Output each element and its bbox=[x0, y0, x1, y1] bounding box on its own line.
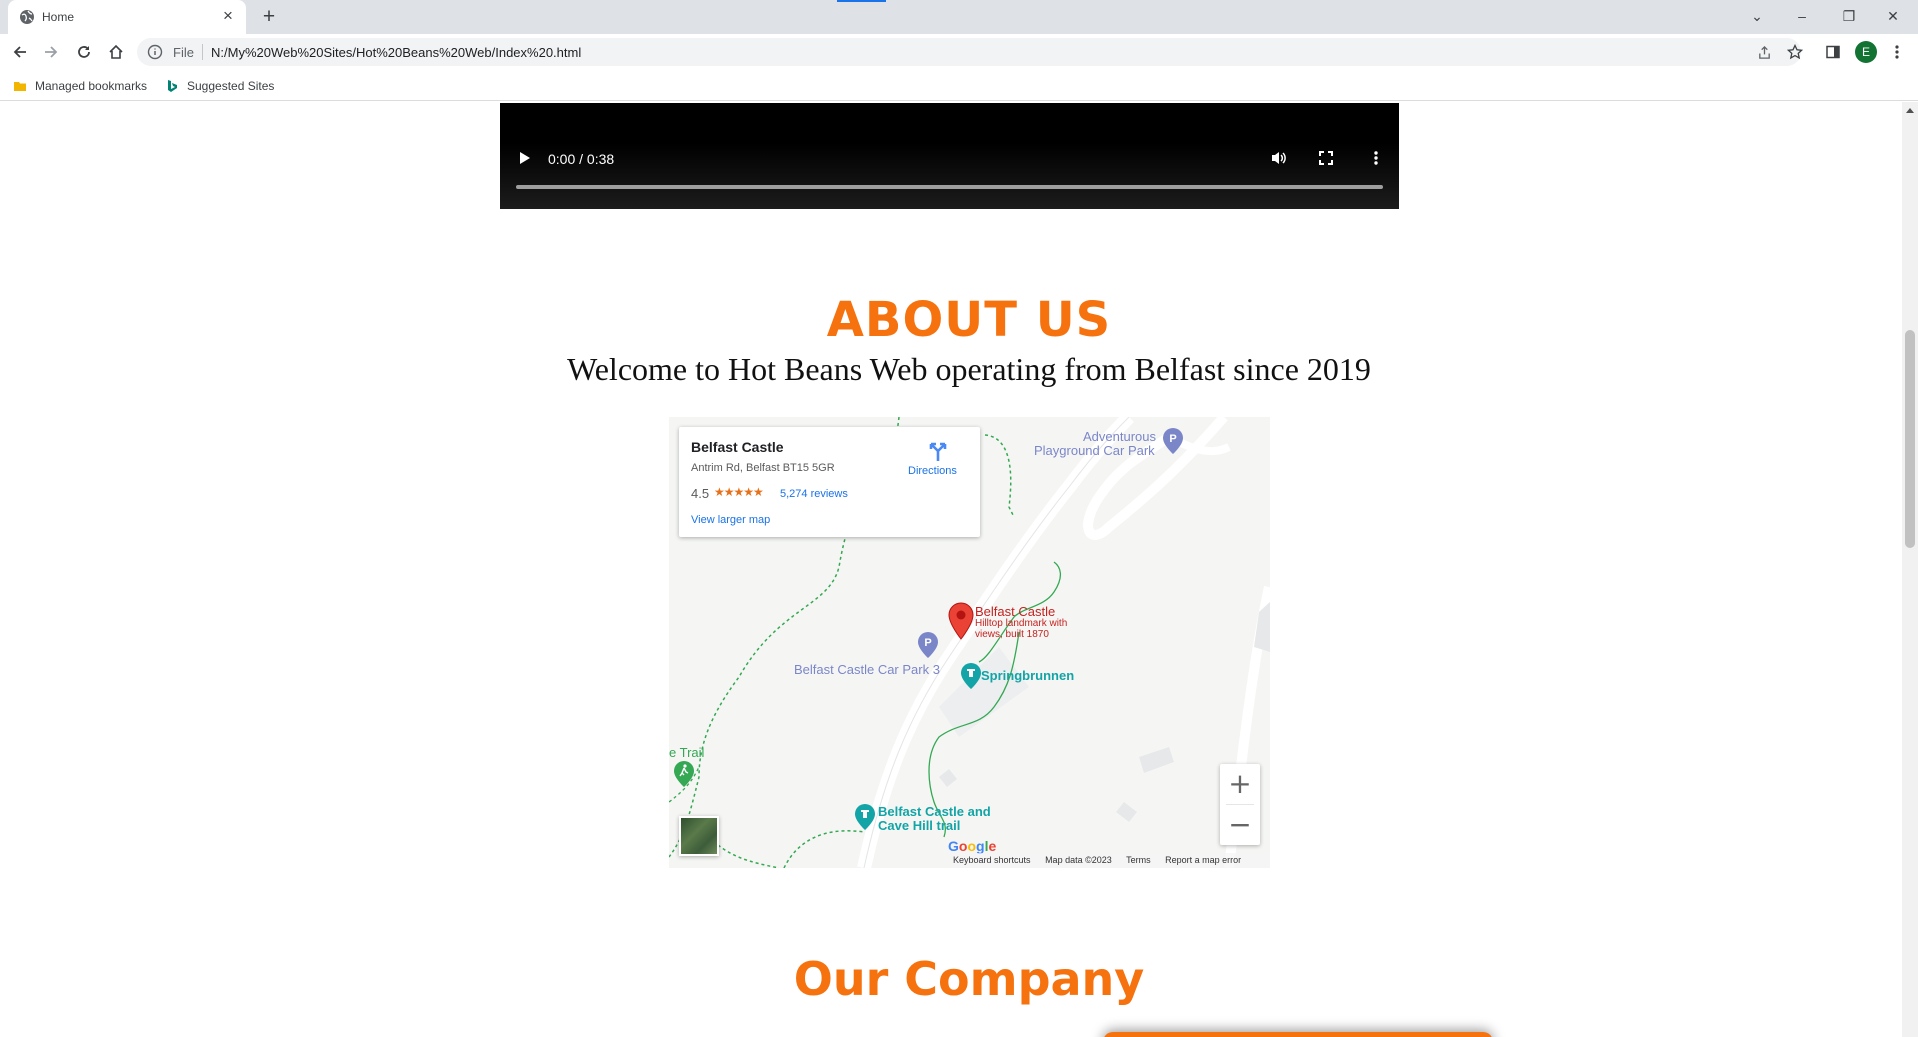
terms-link[interactable]: Terms bbox=[1126, 855, 1151, 865]
reviews-link[interactable]: 5,274 reviews bbox=[780, 488, 848, 500]
close-tab-icon[interactable]: × bbox=[218, 6, 238, 26]
minimize-button[interactable]: – bbox=[1783, 4, 1821, 28]
bookmark-suggested-sites[interactable]: Suggested Sites bbox=[165, 77, 274, 95]
svg-text:P: P bbox=[924, 637, 931, 649]
map-zoom-control: + − bbox=[1220, 764, 1260, 845]
place-name: Belfast Castle bbox=[691, 439, 784, 455]
close-window-button[interactable]: ✕ bbox=[1874, 4, 1912, 28]
reload-button[interactable] bbox=[71, 39, 97, 65]
play-icon[interactable] bbox=[520, 152, 530, 164]
directions-icon[interactable] bbox=[927, 439, 949, 461]
url-scheme-label: File bbox=[173, 45, 194, 60]
keyboard-shortcuts-link[interactable]: Keyboard shortcuts bbox=[953, 855, 1031, 865]
bookmark-label: Managed bookmarks bbox=[35, 79, 148, 93]
tab-title: Home bbox=[42, 10, 75, 24]
place-info-card: Belfast Castle Antrim Rd, Belfast BT15 5… bbox=[679, 427, 980, 537]
about-subheading: Welcome to Hot Beans Web operating from … bbox=[567, 351, 1371, 387]
map-data-label: Map data ©2023 bbox=[1045, 855, 1112, 865]
parking-pin-icon[interactable]: P bbox=[1162, 427, 1184, 455]
hiking-pin-icon[interactable] bbox=[673, 760, 695, 788]
poi-label-adventurous: Adventurous bbox=[1083, 429, 1156, 444]
zoom-out-button[interactable]: − bbox=[1220, 805, 1260, 845]
map-attribution-bar: Keyboard shortcuts Map data ©2023 Terms … bbox=[953, 853, 1270, 868]
forward-button[interactable] bbox=[38, 39, 64, 65]
directions-label[interactable]: Directions bbox=[908, 465, 957, 477]
poi-label-car-park: Belfast Castle Car Park 3 bbox=[794, 662, 940, 677]
menu-kebab-icon[interactable] bbox=[1887, 42, 1907, 62]
video-controls bbox=[500, 143, 1399, 209]
zoom-in-button[interactable]: + bbox=[1220, 764, 1260, 804]
home-icon bbox=[109, 44, 123, 59]
svg-text:P: P bbox=[1169, 433, 1176, 445]
google-logo: Google bbox=[948, 838, 997, 854]
poi-label-springbrunnen: Springbrunnen bbox=[981, 668, 1075, 683]
parking-pin-icon[interactable]: P bbox=[917, 631, 939, 659]
arrow-left-icon bbox=[13, 46, 26, 58]
arrow-right-icon bbox=[45, 46, 58, 58]
new-tab-button[interactable]: + bbox=[256, 4, 282, 30]
about-heading: ABOUT US bbox=[826, 292, 1112, 348]
poi-label-castle: Belfast Castle bbox=[975, 604, 1056, 619]
company-card-top bbox=[1103, 1032, 1493, 1037]
view-larger-map-link[interactable]: View larger map bbox=[691, 514, 770, 526]
side-panel-icon[interactable] bbox=[1823, 42, 1843, 62]
poi-label-cave-hill1: Belfast Castle and bbox=[878, 804, 991, 819]
poi-label-trail: e Trail bbox=[669, 745, 705, 760]
bookmark-label: Suggested Sites bbox=[187, 79, 275, 93]
report-map-error-link[interactable]: Report a map error bbox=[1165, 855, 1241, 865]
company-heading: Our Company bbox=[793, 952, 1145, 1006]
restore-button[interactable]: ❐ bbox=[1830, 4, 1868, 28]
fullscreen-icon[interactable] bbox=[1314, 148, 1338, 168]
bing-icon bbox=[168, 80, 177, 92]
scroll-up-arrow-icon[interactable] bbox=[1906, 108, 1914, 113]
folder-icon bbox=[14, 82, 26, 91]
page-viewport: 0:00 / 0:38 ABOUT US Welcome to Hot Bean… bbox=[0, 102, 1902, 1037]
attraction-pin-icon[interactable] bbox=[960, 662, 982, 690]
info-icon[interactable] bbox=[147, 44, 163, 60]
tab-search-icon[interactable]: ⌄ bbox=[1738, 4, 1776, 28]
url-text[interactable]: N:/My%20Web%20Sites/Hot%20Beans%20Web/In… bbox=[211, 45, 581, 60]
poi-label-castle-desc2: views, built 1870 bbox=[975, 629, 1049, 640]
video-progress-bar[interactable] bbox=[516, 185, 1383, 189]
back-button[interactable] bbox=[7, 39, 33, 65]
poi-label-castle-desc1: Hilltop landmark with bbox=[975, 618, 1068, 629]
place-address: Antrim Rd, Belfast BT15 5GR bbox=[691, 462, 835, 474]
video-player[interactable]: 0:00 / 0:38 bbox=[500, 103, 1399, 209]
video-more-icon[interactable] bbox=[1364, 148, 1388, 168]
share-icon[interactable] bbox=[1754, 42, 1774, 62]
place-rating: 4.5 bbox=[691, 486, 710, 501]
embedded-map[interactable]: Belfast Castle Antrim Rd, Belfast BT15 5… bbox=[669, 417, 1270, 868]
poi-label-cave-hill2: Cave Hill trail bbox=[878, 818, 961, 833]
globe-icon bbox=[20, 10, 34, 24]
address-bar[interactable]: File N:/My%20Web%20Sites/Hot%20Beans%20W… bbox=[137, 38, 1803, 66]
bookmark-managed[interactable]: Managed bookmarks bbox=[13, 77, 147, 95]
rating-stars-icon: ★★★★★ bbox=[714, 485, 764, 499]
page-scrollbar[interactable] bbox=[1902, 102, 1918, 1037]
tab-home[interactable]: Home × bbox=[8, 0, 246, 34]
poi-label-playground: Playground Car Park bbox=[1034, 443, 1155, 458]
tab-strip: Home × + ⌄ – ❐ ✕ bbox=[0, 0, 1918, 34]
tab-loading-indicator bbox=[837, 0, 886, 2]
bookmarks-bar: Managed bookmarks Suggested Sites bbox=[0, 70, 1918, 101]
volume-icon[interactable] bbox=[1267, 148, 1291, 168]
satellite-toggle-thumbnail[interactable] bbox=[679, 816, 719, 856]
video-time: 0:00 / 0:38 bbox=[548, 151, 615, 167]
location-pin-icon[interactable] bbox=[948, 602, 974, 640]
reload-icon bbox=[78, 46, 90, 58]
scrollbar-thumb[interactable] bbox=[1905, 330, 1915, 548]
home-button[interactable] bbox=[103, 39, 129, 65]
bookmark-star-icon[interactable] bbox=[1785, 42, 1805, 62]
browser-toolbar: File N:/My%20Web%20Sites/Hot%20Beans%20W… bbox=[0, 34, 1918, 70]
profile-avatar[interactable]: E bbox=[1855, 41, 1877, 63]
attraction-pin-icon[interactable] bbox=[854, 803, 876, 831]
omnibox-divider bbox=[202, 44, 203, 60]
